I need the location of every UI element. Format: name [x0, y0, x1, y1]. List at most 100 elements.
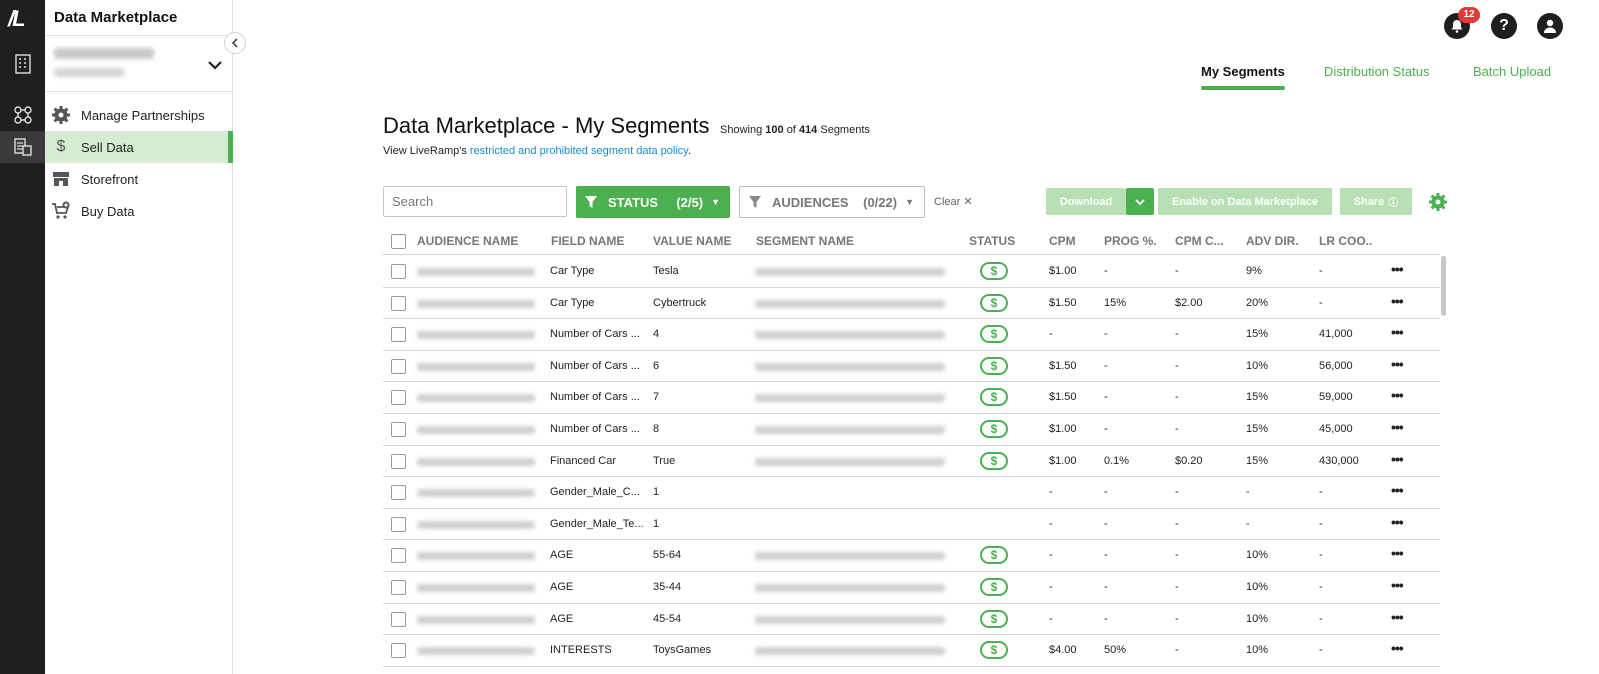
more-options-icon[interactable]: ••• [1391, 293, 1404, 309]
tab-batch-upload[interactable]: Batch Upload [1473, 64, 1551, 79]
more-options-icon[interactable]: ••• [1391, 482, 1404, 498]
table-row[interactable]: Gender_Male_Te... 1 - - - - - ••• [383, 509, 1440, 541]
policy-link[interactable]: restricted and prohibited segment data p… [470, 145, 688, 157]
dollar-status-icon[interactable]: $ [980, 641, 1008, 660]
row-checkbox[interactable] [391, 611, 406, 627]
table-scrollbar[interactable] [1441, 256, 1447, 674]
table-row[interactable]: Number of Cars ... 7 $ $1.50 - - 15% 59,000 ••• [383, 382, 1440, 414]
more-options-icon[interactable]: ••• [1391, 261, 1404, 277]
table-row[interactable]: AGE 45-54 $ - - - 10% - ••• [383, 604, 1440, 636]
table-row[interactable]: Number of Cars ... 8 $ $1.00 - - 15% 45,000 ••• [383, 414, 1440, 446]
row-checkbox[interactable] [391, 453, 406, 469]
more-options-icon[interactable]: ••• [1391, 451, 1404, 467]
more-options-icon[interactable]: ••• [1391, 545, 1404, 561]
tab-distribution-status[interactable]: Distribution Status [1324, 64, 1430, 79]
more-options-icon[interactable]: ••• [1391, 577, 1404, 593]
tab-my-segments[interactable]: My Segments [1201, 64, 1285, 79]
column-header-adv-dir[interactable]: ADV DIR. [1246, 234, 1299, 248]
column-header-audience-name[interactable]: AUDIENCE NAME [417, 234, 518, 248]
building-icon[interactable] [11, 52, 35, 76]
table-row[interactable]: Gender_Male_C... 1 - - - - - ••• [383, 477, 1440, 509]
enable-on-marketplace-button[interactable]: Enable on Data Marketplace [1158, 188, 1332, 215]
lr-coo-cell: 59,000 [1319, 391, 1353, 404]
row-checkbox[interactable] [391, 421, 406, 437]
more-options-icon[interactable]: ••• [1391, 514, 1404, 530]
audiences-filter-button[interactable]: AUDIENCES (0/22) ▼ [739, 186, 925, 218]
row-checkbox[interactable] [391, 264, 406, 279]
settings-gear-icon[interactable] [1428, 192, 1448, 212]
dollar-status-icon[interactable]: $ [980, 546, 1008, 565]
row-checkbox[interactable] [391, 516, 406, 532]
cpm-c-cell: $0.20 [1175, 454, 1203, 467]
more-options-icon[interactable]: ••• [1391, 609, 1404, 625]
clear-filters-button[interactable]: Clear ✕ [934, 195, 973, 208]
table-row[interactable]: AGE 35-44 $ - - - 10% - ••• [383, 572, 1440, 604]
row-checkbox[interactable] [391, 548, 406, 564]
table-row[interactable]: Car Type Cybertruck $ $1.50 15% $2.00 20% - ••• [383, 288, 1440, 320]
column-header-cpm[interactable]: CPM [1049, 234, 1076, 248]
column-header-segment-name[interactable]: SEGMENT NAME [756, 234, 854, 248]
column-header-field-name[interactable]: FIELD NAME [551, 234, 624, 248]
dollar-status-icon[interactable]: $ [980, 262, 1008, 280]
dollar-status-icon[interactable]: $ [980, 356, 1008, 375]
column-header-lr-coo[interactable]: LR COO.. [1319, 234, 1372, 248]
row-checkbox[interactable] [391, 295, 406, 311]
dollar-status-icon[interactable]: $ [980, 609, 1008, 628]
more-options-icon[interactable]: ••• [1391, 356, 1404, 372]
prog-cell: - [1104, 517, 1108, 530]
select-all-checkbox[interactable] [391, 234, 406, 249]
audience-name-redacted [417, 394, 535, 403]
status-filter-button[interactable]: STATUS (2/5) ▼ [576, 186, 730, 218]
download-button[interactable]: Download [1046, 188, 1126, 215]
lr-coo-cell: 56,000 [1319, 359, 1353, 372]
showing-total-value: 414 [798, 124, 818, 136]
row-checkbox[interactable] [391, 643, 406, 659]
row-checkbox[interactable] [391, 579, 406, 595]
sidebar-item-storefront[interactable]: Storefront [45, 163, 233, 195]
dollar-status-icon[interactable]: $ [980, 451, 1008, 470]
prog-cell: 0.1% [1104, 454, 1130, 467]
table-row[interactable]: Financed Car True $ $1.00 0.1% $0.20 15% 430,00… [383, 446, 1440, 478]
more-options-icon[interactable]: ••• [1391, 640, 1404, 656]
table-row[interactable]: AGE 55-64 $ - - - 10% - ••• [383, 540, 1440, 572]
sidebar-item-buy-data[interactable]: Buy Data [45, 195, 233, 227]
table-row[interactable]: INTERESTS ToysGames $ $4.00 50% - 10% - ••• [383, 635, 1440, 667]
audience-name-redacted [417, 552, 535, 561]
liveramp-logo[interactable]: /L [8, 6, 38, 36]
lr-coo-cell: - [1319, 265, 1323, 277]
search-input[interactable] [383, 186, 567, 217]
share-button[interactable]: Share ⓘ [1340, 188, 1412, 215]
more-options-icon[interactable]: ••• [1391, 387, 1404, 403]
row-checkbox[interactable] [391, 390, 406, 406]
more-options-icon[interactable]: ••• [1391, 419, 1404, 435]
account-selector[interactable] [54, 46, 224, 86]
collapse-sidebar-button[interactable] [224, 32, 246, 54]
cpm-c-cell: - [1175, 422, 1179, 435]
row-checkbox[interactable] [391, 485, 406, 501]
dollar-status-icon[interactable]: $ [980, 419, 1008, 438]
dollar-status-icon[interactable]: $ [980, 293, 1008, 312]
account-button[interactable] [1537, 13, 1563, 39]
row-checkbox[interactable] [391, 358, 406, 374]
table-row[interactable]: Number of Cars ... 4 $ - - - 15% 41,000 ••• [383, 319, 1440, 351]
column-header-prog[interactable]: PROG %. [1104, 234, 1157, 248]
help-button[interactable]: ? [1491, 13, 1517, 39]
download-options-button[interactable] [1126, 188, 1154, 215]
dollar-status-icon[interactable]: $ [980, 325, 1008, 344]
column-header-status[interactable]: STATUS [969, 234, 1015, 248]
row-checkbox[interactable] [391, 327, 406, 343]
dollar-status-icon[interactable]: $ [980, 388, 1008, 407]
chevron-down-icon[interactable] [206, 56, 224, 74]
marketplace-icon[interactable] [0, 131, 45, 163]
table-row[interactable]: Car Type Tesla $ $1.00 - - 9% - ••• [383, 256, 1440, 288]
column-header-cpm-c[interactable]: CPM C... [1175, 234, 1224, 248]
sidebar-item-sell-data[interactable]: $ Sell Data [45, 131, 233, 163]
table-row[interactable]: Number of Cars ... 6 $ $1.50 - - 10% 56,000 ••• [383, 351, 1440, 383]
sidebar-item-manage-partnerships[interactable]: Manage Partnerships [45, 99, 233, 131]
scrollbar-thumb[interactable] [1441, 256, 1446, 316]
partnerships-icon[interactable] [11, 103, 35, 127]
dollar-status-icon[interactable]: $ [980, 577, 1008, 596]
column-header-value-name[interactable]: VALUE NAME [653, 234, 731, 248]
more-options-icon[interactable]: ••• [1391, 324, 1404, 340]
sidebar-item-label: Buy Data [81, 203, 135, 219]
